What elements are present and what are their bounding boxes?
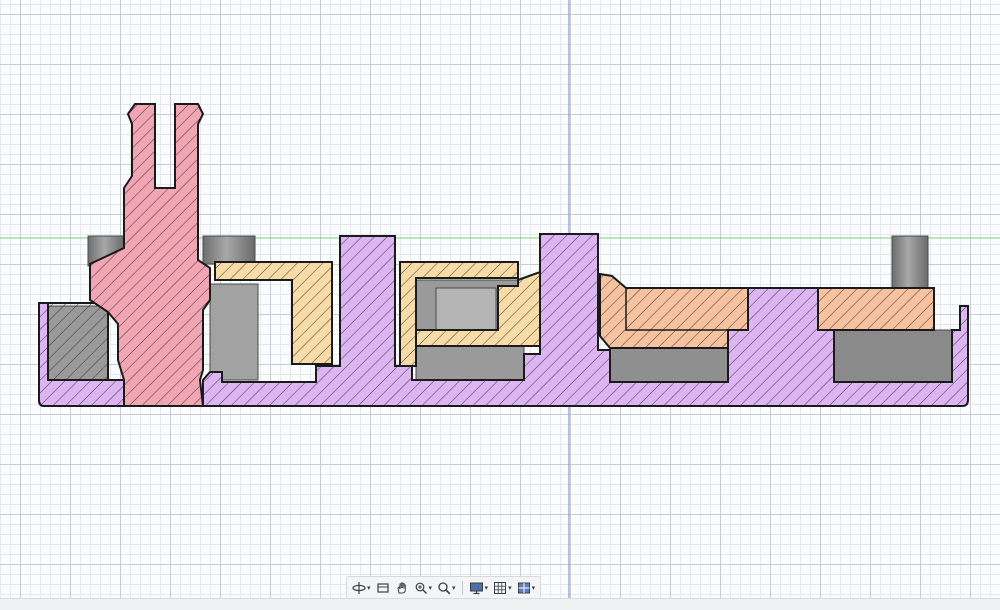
- toolbar-separator: [461, 581, 463, 595]
- chevron-down-icon: ▾: [508, 583, 512, 592]
- hidden-cylinder-right: [891, 235, 929, 289]
- zoom-icon: [438, 582, 451, 595]
- canvas-viewport[interactable]: ▾ ▾ ▾ ▾ ▾ ▾: [0, 0, 1000, 600]
- chevron-down-icon: ▾: [531, 583, 536, 592]
- zoom-window-icon: [415, 582, 427, 594]
- chevron-down-icon: ▾: [367, 583, 371, 592]
- pan-button[interactable]: [394, 579, 410, 597]
- zoom-button[interactable]: ▾: [436, 579, 457, 597]
- viewports-button[interactable]: ▾: [516, 579, 537, 597]
- pan-hand-icon: [396, 582, 406, 594]
- display-settings-icon: [469, 582, 483, 595]
- display-settings-button[interactable]: ▾: [468, 579, 490, 597]
- chevron-down-icon: ▾: [452, 583, 456, 592]
- status-bar: [0, 598, 1000, 610]
- navigation-toolbar: ▾ ▾ ▾ ▾ ▾ ▾: [346, 576, 542, 600]
- chevron-down-icon: ▾: [428, 583, 433, 592]
- orbit-icon: [352, 582, 366, 594]
- section-view: [0, 0, 1000, 598]
- look-at-icon: [376, 583, 389, 593]
- viewports-icon: [517, 582, 530, 594]
- look-at-button[interactable]: [375, 579, 391, 597]
- pad-right-hatch: [818, 288, 934, 330]
- grid-settings-button[interactable]: ▾: [492, 579, 513, 597]
- orbit-button[interactable]: ▾: [351, 579, 372, 597]
- hidden-cylinder-mid: [202, 235, 256, 265]
- chevron-down-icon: ▾: [484, 583, 489, 592]
- hidden-pocket-e: [435, 287, 497, 331]
- zoom-window-button[interactable]: ▾: [413, 579, 434, 597]
- grid-settings-icon: [494, 582, 507, 594]
- hidden-pocket-d: [833, 329, 953, 383]
- hidden-pocket-a: [209, 283, 259, 381]
- pad-left-hatch: [600, 274, 748, 348]
